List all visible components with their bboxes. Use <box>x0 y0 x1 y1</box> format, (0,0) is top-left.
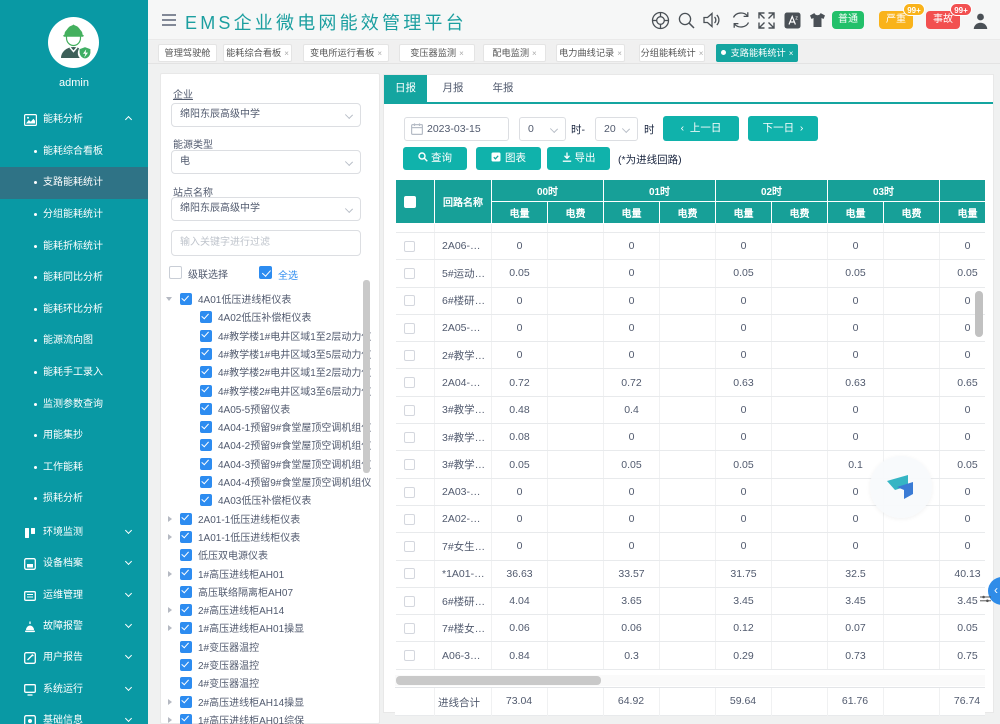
svg-text:z: z <box>795 16 798 22</box>
